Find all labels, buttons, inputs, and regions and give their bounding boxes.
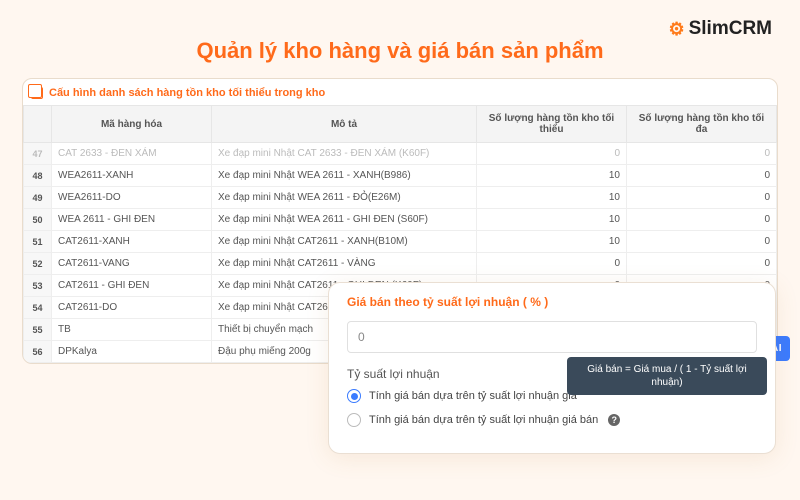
- cell-code[interactable]: WEA2611-DO: [52, 187, 212, 209]
- row-index: 47: [24, 143, 52, 165]
- row-index: 55: [24, 319, 52, 341]
- panel-title: Cấu hình danh sách hàng tồn kho tối thiể…: [49, 87, 325, 99]
- cell-min[interactable]: 10: [477, 165, 627, 187]
- cell-code[interactable]: TB: [52, 319, 212, 341]
- row-index: 50: [24, 209, 52, 231]
- radio-selected-icon: [347, 389, 361, 403]
- copy-icon: [31, 87, 43, 99]
- cell-min[interactable]: 10: [477, 187, 627, 209]
- cell-max[interactable]: 0: [627, 253, 777, 275]
- row-index: 56: [24, 341, 52, 363]
- col-max: Số lượng hàng tồn kho tối đa: [627, 106, 777, 143]
- radio-option-sale-margin[interactable]: Tính giá bán dựa trên tỷ suất lợi nhuận …: [347, 413, 757, 427]
- cell-code[interactable]: CAT 2633 - ĐEN XÁM: [52, 143, 212, 165]
- help-icon[interactable]: ?: [608, 414, 620, 426]
- row-index: 53: [24, 275, 52, 297]
- table-row[interactable]: 49WEA2611-DOXe đạp mini Nhật WEA 2611 - …: [24, 187, 777, 209]
- cell-min[interactable]: 0: [477, 143, 627, 165]
- cell-code[interactable]: CAT2611 - GHI ĐEN: [52, 275, 212, 297]
- cell-desc[interactable]: Xe đạp mini Nhật WEA 2611 - ĐỎ(E26M): [212, 187, 477, 209]
- cell-max[interactable]: 0: [627, 209, 777, 231]
- brand-logo: ⚙ SlimCRM: [668, 18, 772, 40]
- panel-header: Cấu hình danh sách hàng tồn kho tối thiể…: [23, 79, 777, 105]
- cell-max[interactable]: 0: [627, 187, 777, 209]
- cell-desc[interactable]: Xe đạp mini Nhật CAT2611 - VÀNG: [212, 253, 477, 275]
- radio-label: Tính giá bán dựa trên tỷ suất lợi nhuận …: [369, 414, 598, 426]
- cell-code[interactable]: CAT2611-VANG: [52, 253, 212, 275]
- row-index: 52: [24, 253, 52, 275]
- cell-min[interactable]: 0: [477, 253, 627, 275]
- cell-min[interactable]: 10: [477, 209, 627, 231]
- margin-input[interactable]: [347, 321, 757, 353]
- cell-desc[interactable]: Xe đạp mini Nhật WEA 2611 - XANH(B986): [212, 165, 477, 187]
- cell-code[interactable]: WEA2611-XANH: [52, 165, 212, 187]
- modal-title: Giá bán theo tỷ suất lợi nhuận ( % ): [347, 295, 757, 309]
- col-code: Mã hàng hóa: [52, 106, 212, 143]
- cell-min[interactable]: 10: [477, 231, 627, 253]
- row-index: 54: [24, 297, 52, 319]
- cell-desc[interactable]: Xe đạp mini Nhật CAT 2633 - ĐEN XÁM (K60…: [212, 143, 477, 165]
- row-index: 49: [24, 187, 52, 209]
- radio-label: Tính giá bán dựa trên tỷ suất lợi nhuận …: [369, 390, 577, 402]
- table-row[interactable]: 51CAT2611-XANHXe đạp mini Nhật CAT2611 -…: [24, 231, 777, 253]
- cell-code[interactable]: DPKalya: [52, 341, 212, 363]
- table-row[interactable]: 48WEA2611-XANHXe đạp mini Nhật WEA 2611 …: [24, 165, 777, 187]
- cell-code[interactable]: CAT2611-XANH: [52, 231, 212, 253]
- cell-max[interactable]: 0: [627, 231, 777, 253]
- row-index: 51: [24, 231, 52, 253]
- cell-desc[interactable]: Xe đạp mini Nhật CAT2611 - XANH(B10M): [212, 231, 477, 253]
- cell-max[interactable]: 0: [627, 143, 777, 165]
- radio-option-cost-margin[interactable]: Tính giá bán dựa trên tỷ suất lợi nhuận …: [347, 389, 757, 403]
- profit-margin-modal: Giá bán theo tỷ suất lợi nhuận ( % ) Tỷ …: [328, 282, 776, 454]
- cell-code[interactable]: WEA 2611 - GHI ĐEN: [52, 209, 212, 231]
- table-row[interactable]: 50WEA 2611 - GHI ĐENXe đạp mini Nhật WEA…: [24, 209, 777, 231]
- row-index: 48: [24, 165, 52, 187]
- formula-tooltip: Giá bán = Giá mua / ( 1 - Tỷ suất lợi nh…: [567, 357, 767, 395]
- cell-code[interactable]: CAT2611-DO: [52, 297, 212, 319]
- gear-icon: ⚙: [668, 19, 684, 40]
- table-row[interactable]: 52CAT2611-VANGXe đạp mini Nhật CAT2611 -…: [24, 253, 777, 275]
- col-min: Số lượng hàng tồn kho tối thiểu: [477, 106, 627, 143]
- table-row[interactable]: 47CAT 2633 - ĐEN XÁMXe đạp mini Nhật CAT…: [24, 143, 777, 165]
- col-desc: Mô tả: [212, 106, 477, 143]
- radio-unselected-icon: [347, 413, 361, 427]
- cell-desc[interactable]: Xe đạp mini Nhật WEA 2611 - GHI ĐEN (S60…: [212, 209, 477, 231]
- cell-max[interactable]: 0: [627, 165, 777, 187]
